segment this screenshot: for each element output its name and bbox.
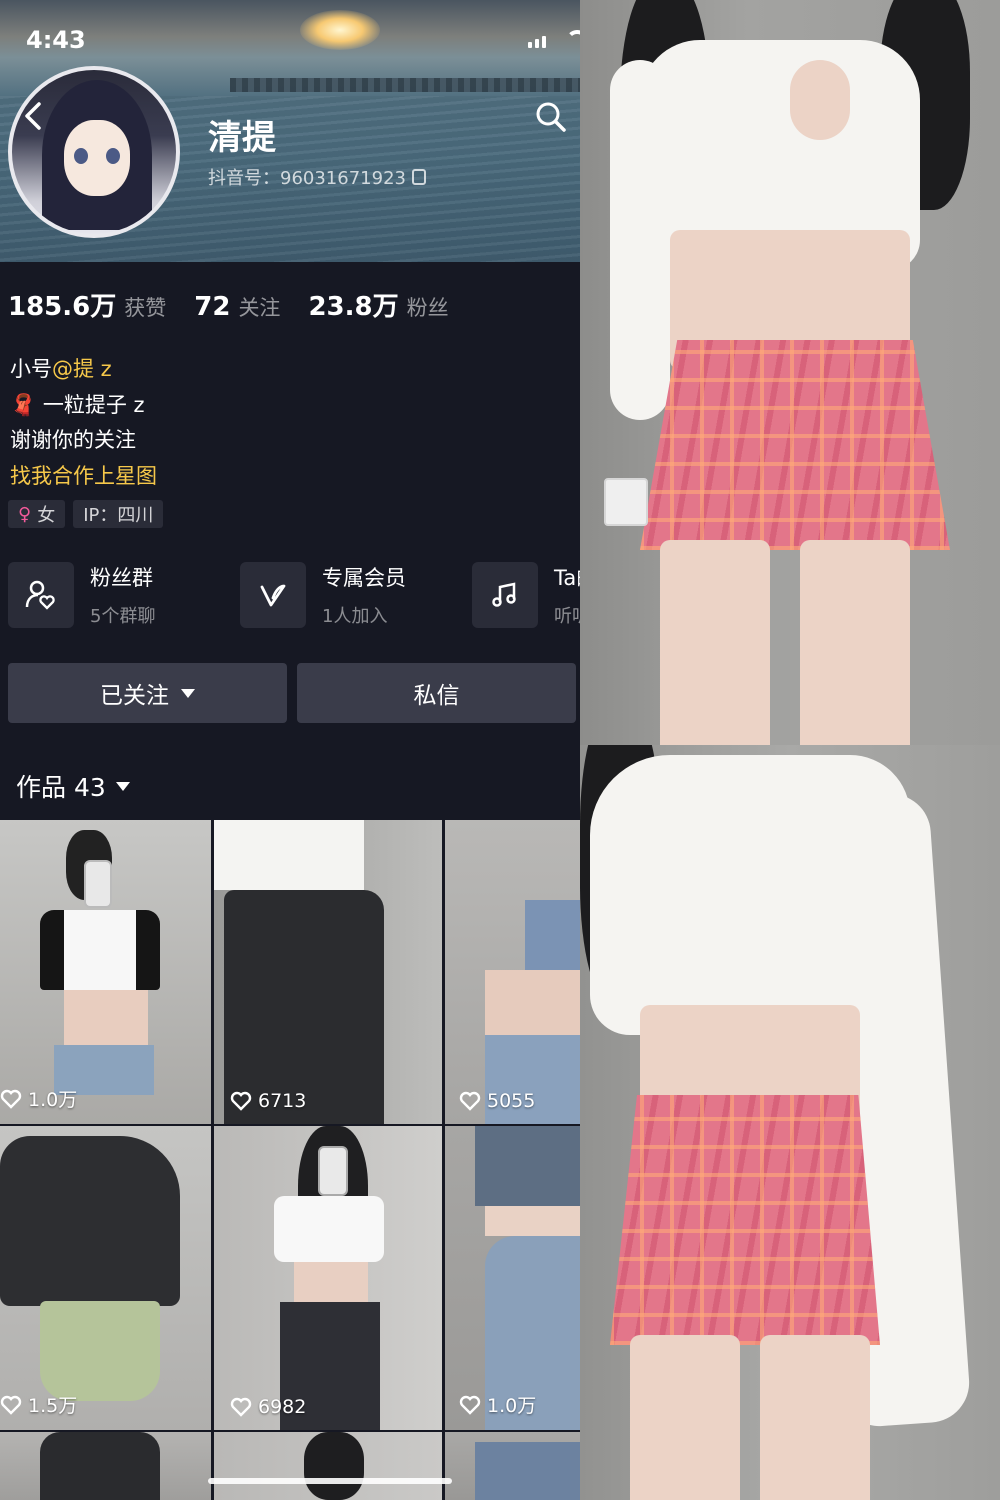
work-likes-count: 1.0万 <box>487 1395 537 1417</box>
stat-likes-count: 185.6万 <box>8 292 117 322</box>
stat-followers-count: 23.8万 <box>308 292 399 322</box>
profile-screen: 4:43 清提 抖音号：96031671923 185.6万 获赞 72 关注 … <box>0 0 580 1500</box>
bio-line-1: 小号@提 z <box>10 352 157 388</box>
photo-preview-top[interactable] <box>580 0 1000 745</box>
profile-cover: 4:43 清提 抖音号：96031671923 <box>0 0 580 262</box>
heart-icon <box>230 1397 252 1417</box>
bio-line-2-text: 一粒提子 z <box>42 392 145 417</box>
work-thumbnail[interactable]: 6713 <box>214 820 442 1124</box>
feature-fans-group[interactable]: 粉丝群 5个群聊 <box>8 562 240 628</box>
work-likes: 1.0万 <box>0 1085 77 1112</box>
stat-likes-label: 获赞 <box>124 296 167 320</box>
bio-collab-link[interactable]: 找我合作上星图 <box>10 459 157 495</box>
search-icon[interactable] <box>534 100 568 134</box>
profile-bio: 小号@提 z 🧣 一粒提子 z 谢谢你的关注 找我合作上星图 <box>10 352 157 494</box>
feature-row: 粉丝群 5个群聊 专属会员 1人加入 Ta的 听听 <box>8 562 580 628</box>
feature-fans-group-subtitle: 5个群聊 <box>90 606 156 627</box>
work-likes-count: 5055 <box>487 1090 536 1112</box>
work-likes: 6713 <box>230 1090 306 1112</box>
stat-followers[interactable]: 23.8万 粉丝 <box>308 286 448 323</box>
work-thumbnail[interactable] <box>214 1432 442 1500</box>
work-likes: 5055 <box>459 1090 535 1112</box>
stat-following-count: 72 <box>194 292 231 322</box>
works-tab[interactable]: 作品 43 <box>16 768 130 804</box>
avatar[interactable] <box>8 66 180 238</box>
work-thumbnail[interactable]: 1.5万 <box>0 1126 211 1430</box>
bio-prefix: 小号 <box>10 357 52 381</box>
work-likes-count: 1.5万 <box>28 1395 78 1417</box>
stat-following[interactable]: 72 关注 <box>194 292 280 322</box>
member-icon <box>240 562 306 628</box>
gender-label: 女 <box>37 505 56 526</box>
feature-member-title: 专属会员 <box>322 566 406 590</box>
work-thumbnail[interactable]: 1.0万 <box>445 1126 580 1430</box>
profile-nickname: 清提 <box>208 118 276 158</box>
followed-button[interactable]: 已关注 <box>8 663 287 723</box>
heart-icon <box>459 1091 481 1111</box>
stat-likes[interactable]: 185.6万 获赞 <box>8 286 166 323</box>
photo-preview-bottom[interactable] <box>580 745 1000 1500</box>
music-icon <box>472 562 538 628</box>
heart-icon <box>0 1395 22 1415</box>
work-thumbnail[interactable]: 1.0万 <box>0 820 211 1124</box>
bio-line-2: 🧣 一粒提子 z <box>10 388 157 424</box>
signal-icon <box>528 36 546 48</box>
feature-music[interactable]: Ta的 听听 <box>472 562 580 628</box>
message-label: 私信 <box>413 683 460 709</box>
work-likes: 6982 <box>230 1396 306 1418</box>
wifi-icon <box>566 30 580 52</box>
copy-icon[interactable] <box>411 169 426 185</box>
work-thumbnail[interactable]: 5055 <box>445 820 580 1124</box>
gender-tag: ♀ 女 <box>8 500 66 528</box>
feature-member-subtitle: 1人加入 <box>322 606 388 627</box>
stat-following-label: 关注 <box>238 296 281 320</box>
wall-outlet <box>604 478 648 526</box>
work-thumbnail[interactable] <box>445 1432 580 1500</box>
work-likes-count: 1.0万 <box>28 1089 78 1111</box>
scarf-emoji: 🧣 <box>10 392 37 417</box>
feature-music-subtitle: 听听 <box>554 606 580 627</box>
work-likes-count: 6713 <box>258 1090 307 1112</box>
work-likes-count: 6982 <box>258 1396 307 1418</box>
work-likes: 1.5万 <box>0 1391 77 1418</box>
caret-down-icon <box>181 688 195 698</box>
bio-mention-link[interactable]: @提 z <box>52 357 112 381</box>
work-likes: 1.0万 <box>459 1391 536 1418</box>
bio-line-3: 谢谢你的关注 <box>10 428 136 452</box>
home-indicator[interactable] <box>208 1478 452 1484</box>
profile-actions: 已关注 私信 <box>8 663 576 723</box>
heart-icon <box>230 1091 252 1111</box>
back-icon[interactable] <box>20 100 48 132</box>
fans-group-icon <box>8 562 74 628</box>
work-thumbnail[interactable] <box>0 1432 211 1500</box>
stat-followers-label: 粉丝 <box>406 296 449 320</box>
followed-label: 已关注 <box>100 683 169 709</box>
caret-down-icon <box>115 781 130 791</box>
female-icon: ♀ <box>18 503 32 525</box>
ip-tag: IP：四川 <box>73 500 164 528</box>
feature-fans-group-title: 粉丝群 <box>90 566 153 590</box>
work-thumbnail[interactable]: 6982 <box>214 1126 442 1430</box>
works-label: 作品 43 <box>16 773 106 802</box>
heart-icon <box>459 1395 481 1415</box>
profile-tags: ♀ 女 IP：四川 <box>8 500 164 528</box>
feature-music-title: Ta的 <box>554 566 580 590</box>
feature-member[interactable]: 专属会员 1人加入 <box>240 562 472 628</box>
status-time: 4:43 <box>26 26 86 54</box>
profile-stats: 185.6万 获赞 72 关注 23.8万 粉丝 <box>8 286 477 323</box>
message-button[interactable]: 私信 <box>297 663 576 723</box>
douyin-id-text: 抖音号：96031671923 <box>208 168 406 189</box>
douyin-id[interactable]: 抖音号：96031671923 <box>208 164 426 190</box>
heart-icon <box>0 1089 22 1109</box>
